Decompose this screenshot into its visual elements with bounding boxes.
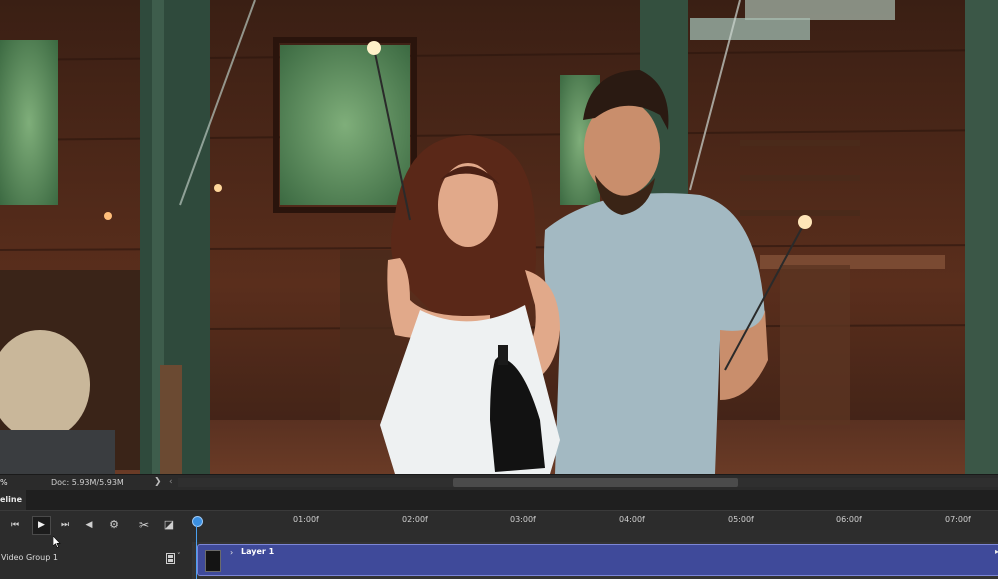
go-to-first-frame-icon[interactable]: ⏮ — [7, 517, 23, 533]
settings-gear-icon[interactable]: ⚙ — [106, 517, 122, 533]
document-canvas[interactable] — [0, 0, 998, 474]
track-header: Video Group 1 ˅ — [0, 546, 192, 579]
horizontal-scrollbar-thumb[interactable] — [453, 478, 738, 487]
clip-thumbnail — [205, 550, 221, 572]
ruler-tick-label: 06:00f — [836, 515, 862, 524]
expand-clip-chevron-icon[interactable]: › — [230, 548, 233, 557]
mouse-cursor-icon — [53, 536, 61, 548]
transition-icon[interactable]: ◪ — [161, 517, 177, 533]
timeline-panel: eline ⏮ ▶ ⏭ ◀ ⚙ ✂ ◪ 01:00f 02:00f 03:00f… — [0, 490, 998, 579]
time-ruler[interactable]: 01:00f 02:00f 03:00f 04:00f 05:00f 06:00… — [192, 512, 998, 528]
document-size-info: Doc: 5.93M/5.93M — [51, 478, 124, 487]
ruler-tick-label: 04:00f — [619, 515, 645, 524]
timeline-controls: ⏮ ▶ ⏭ ◀ ⚙ ✂ ◪ — [0, 512, 192, 540]
film-strip-icon[interactable] — [166, 553, 175, 564]
horizontal-scrollbar[interactable] — [178, 478, 998, 487]
track-area[interactable]: › Layer 1 ▸ — [192, 530, 998, 579]
split-scissors-icon[interactable]: ✂ — [136, 517, 152, 533]
video-frame-image — [0, 0, 998, 474]
status-bar: % Doc: 5.93M/5.93M ❯ ‹ — [0, 474, 998, 490]
tab-timeline[interactable]: eline — [0, 490, 26, 510]
timeline-tab-bar: eline — [0, 490, 998, 511]
layer-name-label: Layer 1 — [241, 547, 275, 556]
ruler-tick-label: 02:00f — [402, 515, 428, 524]
track-name[interactable]: Video Group 1 — [1, 553, 58, 562]
film-menu-chevron-icon[interactable]: ˅ — [177, 552, 181, 560]
work-area-bar[interactable] — [192, 530, 998, 542]
play-button[interactable]: ▶ — [32, 516, 51, 535]
layer-clip[interactable]: › Layer 1 ▸ — [197, 544, 998, 576]
playhead-line — [196, 525, 197, 579]
ruler-tick-label: 07:00f — [945, 515, 971, 524]
zoom-level[interactable]: % — [0, 475, 12, 490]
audio-icon[interactable]: ◀ — [81, 517, 97, 533]
go-to-next-frame-icon[interactable]: ⏭ — [57, 517, 73, 533]
playhead-handle[interactable] — [192, 516, 203, 527]
ruler-tick-label: 03:00f — [510, 515, 536, 524]
ruler-tick-label: 05:00f — [728, 515, 754, 524]
scroll-left-arrow-icon[interactable]: ‹ — [169, 475, 173, 490]
status-menu-arrow-icon[interactable]: ❯ — [154, 475, 162, 490]
ruler-tick-label: 01:00f — [293, 515, 319, 524]
